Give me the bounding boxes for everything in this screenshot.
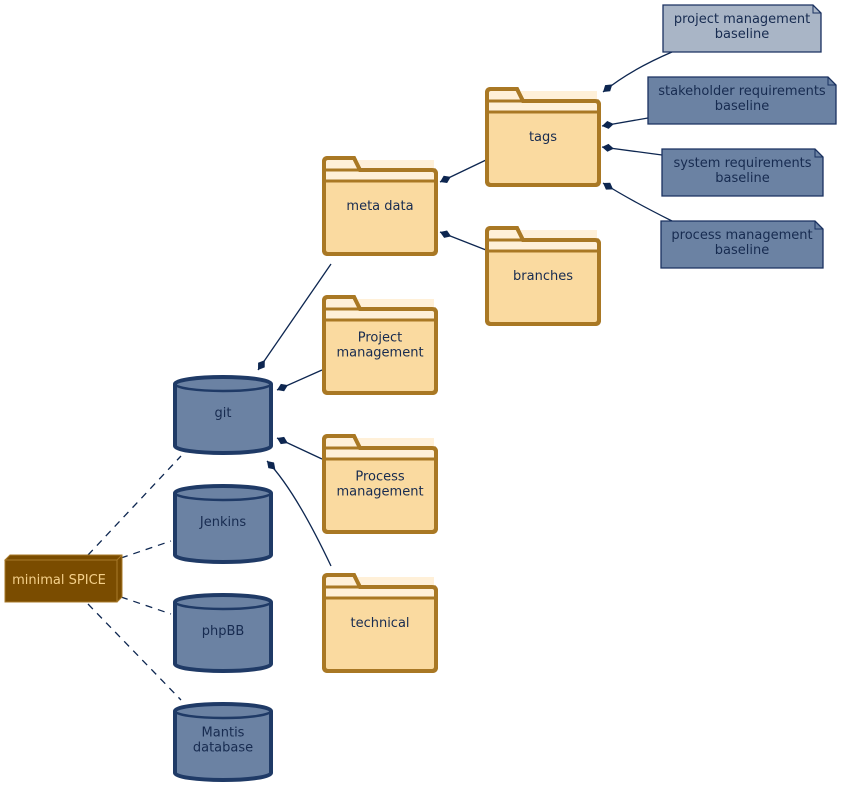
folder-meta[interactable]: meta data (322, 156, 438, 256)
database-mantis[interactable]: Mantisdatabase (173, 702, 273, 782)
node-label: phpBB (202, 624, 245, 639)
database-git[interactable]: git (173, 375, 273, 455)
node-label: Project (358, 331, 402, 346)
database-phpbb[interactable]: phpBB (173, 593, 273, 673)
edge-git-tech (266, 460, 332, 567)
note-sysb[interactable]: system requirementsbaseline (661, 148, 824, 197)
edge-spice-jenkins (120, 540, 172, 559)
composition-diamond-icon (602, 143, 614, 152)
node-label: process management (671, 228, 812, 243)
composition-diamond-icon (258, 360, 265, 370)
node-label: baseline (715, 99, 769, 114)
node-label: database (193, 741, 253, 756)
composition-diamond-icon (603, 84, 613, 92)
node-label: Mantis (202, 726, 245, 741)
note-srb[interactable]: stakeholder requirementsbaseline (647, 76, 837, 125)
composition-diamond-icon (277, 383, 288, 392)
node-label: minimal SPICE (12, 573, 106, 588)
edge-spice-git (87, 455, 182, 556)
component-diagram: minimal SPICE git Jenkins phpBB Mantisdataba… (4, 4, 837, 782)
node-label: Process (355, 470, 405, 485)
edge-git-meta (257, 263, 332, 371)
composition-diamond-icon (603, 182, 614, 190)
node-label: baseline (715, 27, 769, 42)
node-label: meta data (346, 199, 413, 214)
node-label: stakeholder requirements (658, 84, 826, 99)
node-label: baseline (715, 171, 769, 186)
node-label: baseline (715, 243, 769, 258)
node-label: system requirements (673, 156, 811, 171)
edge-spice-phpbb (120, 596, 172, 615)
composition-diamond-icon (602, 121, 614, 129)
database-jenkins[interactable]: Jenkins (173, 484, 273, 564)
composition-diamond-icon (267, 461, 276, 470)
note-pmb[interactable]: project managementbaseline (662, 4, 822, 53)
node-label: Jenkins (199, 515, 246, 530)
node-label: management (336, 346, 423, 361)
node-label: git (215, 406, 232, 421)
edge-spice-mantis (87, 603, 182, 701)
folder-tech[interactable]: technical (322, 573, 438, 673)
folder-branches[interactable]: branches (485, 226, 601, 326)
composition-diamond-icon (440, 175, 451, 184)
folder-proc[interactable]: Processmanagement (322, 434, 438, 534)
note-procb[interactable]: process managementbaseline (660, 220, 824, 269)
node-label: technical (350, 616, 409, 631)
node-label: management (336, 485, 423, 500)
folder-pm[interactable]: Projectmanagement (322, 295, 438, 395)
folder-tags[interactable]: tags (485, 87, 601, 187)
composition-diamond-icon (277, 436, 288, 445)
node-label: branches (513, 269, 573, 284)
node-label: project management (674, 12, 810, 27)
node-minimal-spice[interactable]: minimal SPICE (4, 554, 123, 603)
composition-diamond-icon (440, 230, 452, 238)
node-label: tags (529, 130, 557, 145)
